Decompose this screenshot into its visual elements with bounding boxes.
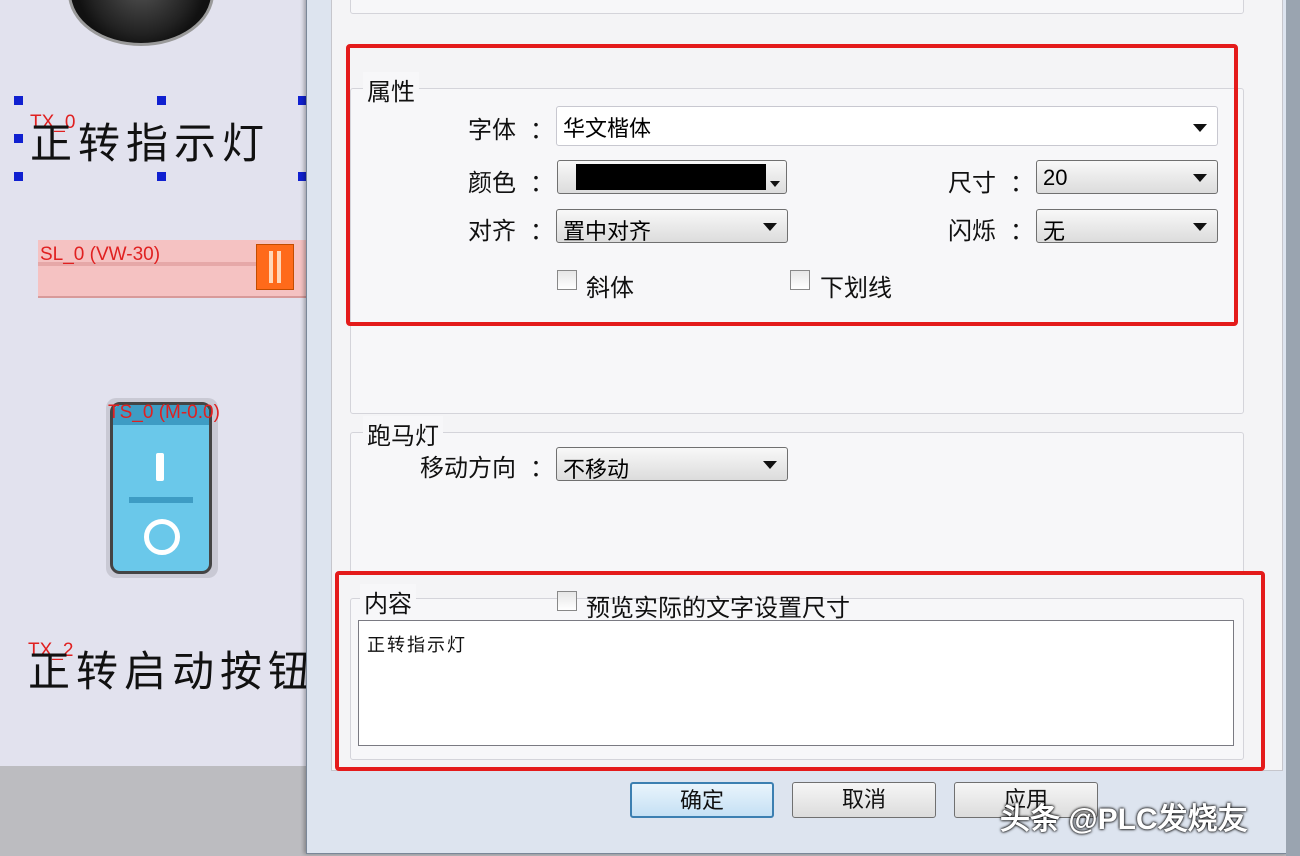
chevron-down-icon — [763, 461, 777, 469]
selection-handle[interactable] — [14, 172, 23, 181]
slider-thumb[interactable] — [256, 244, 294, 290]
selection-handle[interactable] — [157, 172, 166, 181]
power-on-icon — [156, 453, 164, 481]
window-edge — [1286, 0, 1300, 856]
selection-handle[interactable] — [157, 96, 166, 105]
selection-handle[interactable] — [14, 134, 23, 143]
toggle-divider — [129, 497, 193, 503]
watermark-text: 头条 @PLC发烧友 — [1000, 803, 1248, 836]
button-label-text[interactable]: 正转启动按钮 — [28, 638, 316, 699]
ok-button[interactable]: 确定 — [630, 782, 774, 818]
toggle-switch-body — [110, 402, 212, 574]
direction-label: 移动方向 — [420, 455, 516, 482]
cancel-button[interactable]: 取消 — [792, 782, 936, 818]
marquee-group-label: 跑马灯 — [363, 416, 443, 451]
properties-highlight — [346, 44, 1238, 326]
selection-handle[interactable] — [14, 96, 23, 105]
toggle-switch-widget[interactable] — [106, 398, 218, 578]
colon: ： — [530, 455, 554, 482]
content-highlight — [335, 571, 1265, 771]
slider-widget[interactable]: SL_0 (VW-30) — [38, 240, 306, 298]
design-canvas[interactable]: TX_0 正转指示灯 SL_0 (VW-30) TS_0 (M-0.0) TX_… — [0, 0, 310, 766]
indicator-label-text[interactable]: 正转指示灯 — [30, 110, 270, 171]
power-off-icon — [144, 519, 180, 555]
slider-tag: SL_0 (VW-30) — [40, 244, 161, 265]
switch-tag: TS_0 (M-0.0) — [108, 402, 220, 423]
top-group-frame — [350, 0, 1244, 14]
direction-select-value: 不移动 — [563, 457, 630, 482]
knob-widget[interactable] — [68, 0, 214, 46]
direction-select[interactable]: 不移动 — [556, 447, 788, 482]
